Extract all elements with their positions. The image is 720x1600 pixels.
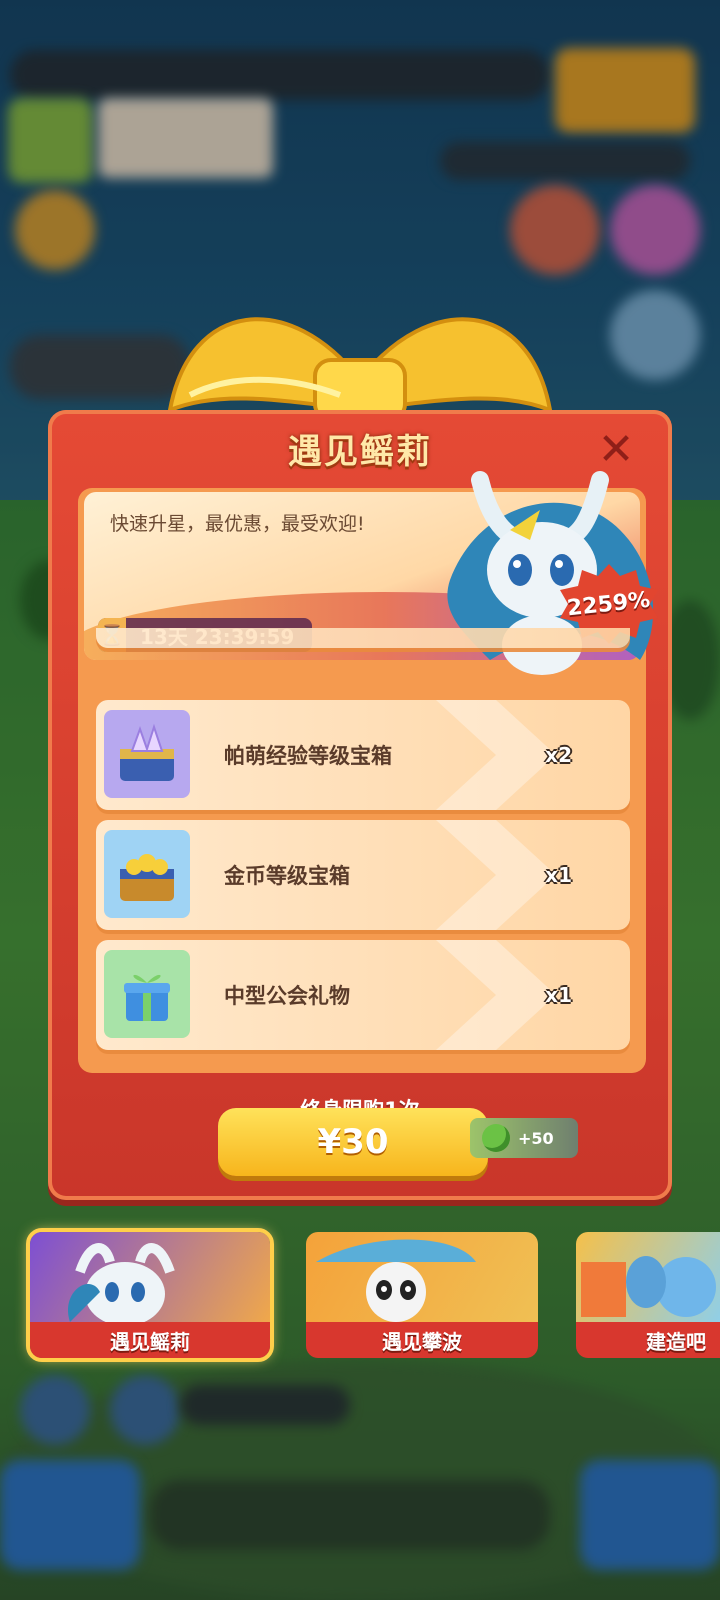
bonus-text: +50 xyxy=(518,1128,554,1148)
bonus-badge: +50 xyxy=(470,1118,578,1158)
list-item: 中型公会礼物 x1 xyxy=(96,940,630,1050)
green-gem-icon xyxy=(482,1124,510,1152)
list-item: 金币等级宝箱 x1 xyxy=(96,820,630,930)
list-item-partial xyxy=(96,628,630,648)
reward-quantity: x1 xyxy=(545,863,572,887)
offer-description: 快速升星，最优惠，最受欢迎! xyxy=(110,513,365,535)
reward-name: 中型公会礼物 xyxy=(224,984,350,1008)
gift-box-icon xyxy=(104,950,190,1038)
reward-name: 金币等级宝箱 xyxy=(224,864,350,888)
reward-name: 帕萌经验等级宝箱 xyxy=(224,744,392,768)
price-label: ¥30 xyxy=(317,1122,389,1162)
panda-thumbnail-icon xyxy=(306,1232,538,1324)
tab-label: 建造吧 xyxy=(576,1322,720,1358)
list-item: 帕萌经验等级宝箱 x2 xyxy=(96,700,630,810)
tab-build[interactable]: 建造吧 xyxy=(576,1232,720,1358)
purchase-button[interactable]: ¥30 xyxy=(218,1108,488,1176)
creature-thumbnail-icon xyxy=(30,1232,270,1326)
tab-label: 遇见鳐莉 xyxy=(30,1322,270,1358)
tab-label: 遇见攀波 xyxy=(306,1322,538,1358)
reward-quantity: x1 xyxy=(545,983,572,1007)
tab-meet-panbo[interactable]: 遇见攀波 xyxy=(306,1232,538,1358)
reward-quantity: x2 xyxy=(545,743,572,767)
tab-meet-yaoli[interactable]: 遇见鳐莉 xyxy=(26,1228,274,1362)
crystal-chest-icon xyxy=(104,710,190,798)
elephant-thumbnail-icon xyxy=(576,1232,720,1324)
gold-chest-icon xyxy=(104,830,190,918)
